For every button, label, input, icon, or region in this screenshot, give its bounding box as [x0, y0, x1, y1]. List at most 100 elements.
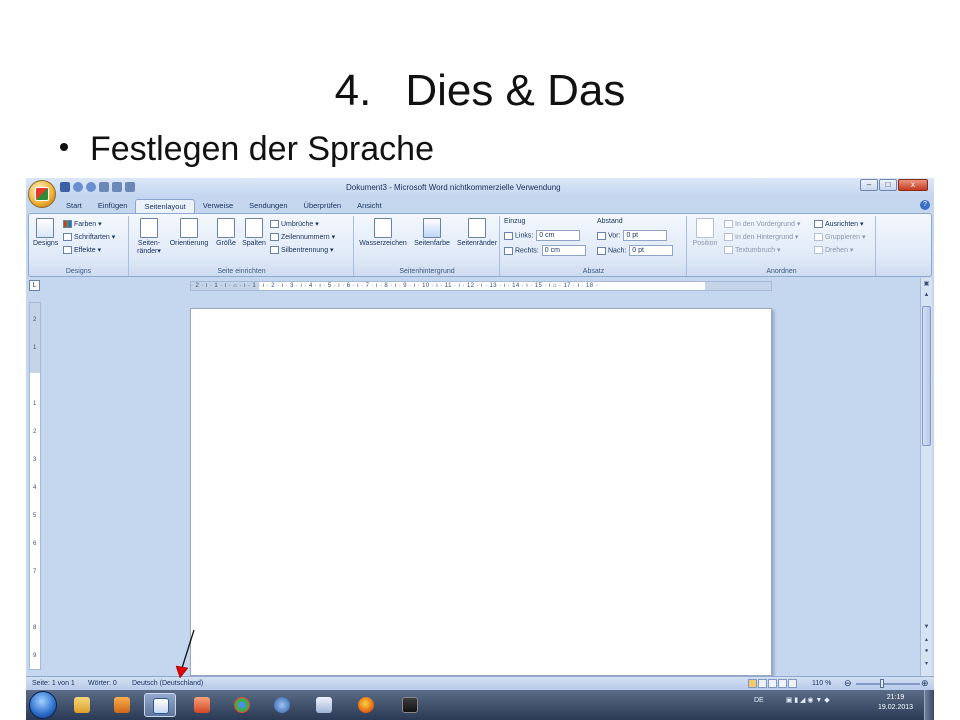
schriftarten-button[interactable]: Schriftarten ▾: [63, 233, 115, 242]
draft-view-icon[interactable]: [788, 679, 797, 688]
seitenraender-label: Seiten-: [137, 240, 161, 247]
tray-icons[interactable]: ▣ ▮ ◢ ◉ ▼ ◆: [786, 697, 830, 704]
help-icon[interactable]: ?: [920, 200, 930, 210]
scroll-thumb[interactable]: [922, 306, 931, 446]
office-button[interactable]: [28, 180, 56, 208]
spalten-button[interactable]: Spalten: [240, 218, 268, 247]
taskbar-media-player[interactable]: [106, 693, 138, 717]
seitenraender-button[interactable]: Seiten-ränder▾: [134, 218, 164, 255]
zoom-slider[interactable]: [856, 683, 920, 685]
tab-seitenlayout[interactable]: Seitenlayout: [135, 199, 195, 213]
browse-object-icon[interactable]: ●: [922, 648, 931, 657]
print-layout-view-icon[interactable]: [748, 679, 757, 688]
rechts-input[interactable]: 0 cm: [541, 245, 586, 256]
group-anordnen-label: Anordnen: [766, 268, 797, 275]
zoom-slider-thumb[interactable]: [880, 679, 884, 688]
show-desktop-button[interactable]: [924, 690, 934, 720]
nach-input[interactable]: 0 pt: [629, 245, 674, 256]
seitenraender-bg-button[interactable]: Seitenränder: [455, 218, 499, 247]
vor-input[interactable]: 0 pt: [623, 230, 668, 241]
seitenfarbe-button[interactable]: Seitenfarbe: [410, 218, 454, 247]
redo-icon[interactable]: [86, 182, 96, 192]
text-wrap-icon: [724, 246, 733, 255]
title-bar: Dokument3 - Microsoft Word nichtkommerzi…: [26, 178, 934, 198]
scroll-down-icon[interactable]: ▼: [922, 624, 931, 633]
ruler-ticks: · 2 · ı · 1 · ı · ⌂ · ı · 1 · ı · 2 · ı …: [191, 283, 598, 289]
abstand-heading: Abstand: [597, 218, 623, 225]
zoom-out-icon[interactable]: ⊖: [844, 678, 852, 689]
taskbar-app[interactable]: [394, 693, 426, 717]
farben-button[interactable]: Farben ▾: [63, 220, 102, 229]
tab-ansicht[interactable]: Ansicht: [349, 199, 390, 213]
taskbar-clock[interactable]: 21:19 19.02.2013: [878, 693, 913, 713]
firefox-icon: [358, 697, 374, 713]
position-button[interactable]: Position: [690, 218, 720, 247]
umbrueche-button[interactable]: Umbrüche ▾: [270, 220, 319, 229]
ribbon-tabs: Start Einfügen Seitenlayout Verweise Sen…: [58, 199, 390, 213]
full-screen-view-icon[interactable]: [758, 679, 767, 688]
taskbar-powerpoint[interactable]: [186, 693, 218, 717]
vertical-ruler[interactable]: 2 1 1 2 3 4 5 6 7 8 9: [29, 302, 41, 670]
vertical-scrollbar[interactable]: ▣ ▲ ▼ ▴ ● ▾: [920, 278, 932, 676]
chrome-icon: [234, 697, 250, 713]
outline-view-icon[interactable]: [778, 679, 787, 688]
language-indicator[interactable]: DE: [754, 697, 764, 704]
taskbar-thunderbird[interactable]: [266, 693, 298, 717]
groesse-button[interactable]: Größe: [214, 218, 238, 247]
zeilennummern-button[interactable]: Zeilennummern ▾: [270, 233, 335, 242]
bullet-text: Festlegen der Sprache: [90, 130, 434, 168]
tab-einfuegen[interactable]: Einfügen: [90, 199, 136, 213]
taskbar-chrome[interactable]: [226, 693, 258, 717]
designs-button[interactable]: Designs: [33, 218, 58, 247]
vor-label: Vor:: [608, 232, 621, 240]
ausrichten-button[interactable]: Ausrichten ▾: [814, 220, 864, 229]
links-input[interactable]: 0 cm: [536, 230, 581, 241]
start-button[interactable]: [29, 691, 57, 719]
zoom-level[interactable]: 110 %: [812, 680, 831, 687]
maximize-button[interactable]: □: [879, 179, 897, 191]
tab-verweise[interactable]: Verweise: [195, 199, 241, 213]
taskbar-calculator[interactable]: [308, 693, 340, 717]
print-preview-icon[interactable]: [112, 182, 122, 192]
horizontal-ruler[interactable]: · 2 · ı · 1 · ı · ⌂ · ı · 1 · ı · 2 · ı …: [190, 281, 772, 291]
undo-icon[interactable]: [73, 182, 83, 192]
taskbar-explorer[interactable]: [66, 693, 98, 717]
slide-bullet: Festlegen der Sprache: [60, 130, 434, 169]
tab-selector-icon[interactable]: L: [29, 280, 40, 291]
scroll-up-icon[interactable]: ▲: [922, 292, 931, 301]
page-color-icon: [423, 218, 441, 238]
document-page[interactable]: [190, 308, 772, 676]
close-button[interactable]: x: [898, 179, 928, 191]
next-page-icon[interactable]: ▾: [922, 660, 931, 669]
taskbar-firefox[interactable]: [350, 693, 382, 717]
textumbruch-button[interactable]: Textumbruch ▾: [724, 246, 781, 255]
taskbar-word[interactable]: [144, 693, 176, 717]
minimize-button[interactable]: –: [860, 179, 878, 191]
silbentrennung-button[interactable]: Silbentrennung ▾: [270, 246, 334, 255]
tab-sendungen[interactable]: Sendungen: [241, 199, 295, 213]
gruppieren-button[interactable]: Gruppieren ▾: [814, 233, 866, 242]
effekte-button[interactable]: Effekte ▾: [63, 246, 101, 255]
group-absatz-label: Absatz: [582, 268, 605, 275]
drehen-button[interactable]: Drehen ▾: [814, 246, 853, 255]
orientierung-button[interactable]: Orientierung: [166, 218, 212, 247]
media-player-icon: [114, 697, 130, 713]
status-page[interactable]: Seite: 1 von 1: [32, 680, 75, 687]
vruler-tick: 5: [33, 513, 37, 519]
group-seitenhintergrund: Wasserzeichen Seitenfarbe Seitenränder S…: [355, 216, 500, 276]
spelling-icon[interactable]: [125, 182, 135, 192]
wasserzeichen-button[interactable]: Wasserzeichen: [357, 218, 409, 247]
web-layout-view-icon[interactable]: [768, 679, 777, 688]
previous-page-icon[interactable]: ▴: [922, 636, 931, 645]
hintergrund-button[interactable]: In den Hintergrund ▾: [724, 233, 798, 242]
ruler-toggle-icon[interactable]: ▣: [922, 280, 931, 289]
tab-start[interactable]: Start: [58, 199, 90, 213]
status-words[interactable]: Wörter: 0: [88, 680, 117, 687]
tab-ueberpruefen[interactable]: Überprüfen: [296, 199, 350, 213]
new-document-icon[interactable]: [99, 182, 109, 192]
zoom-in-icon[interactable]: ⊕: [921, 678, 929, 689]
save-icon[interactable]: [60, 182, 70, 192]
links-indent: Links: 0 cm: [504, 230, 581, 241]
vordergrund-button[interactable]: In den Vordergrund ▾: [724, 220, 800, 229]
thunderbird-icon: [274, 697, 290, 713]
